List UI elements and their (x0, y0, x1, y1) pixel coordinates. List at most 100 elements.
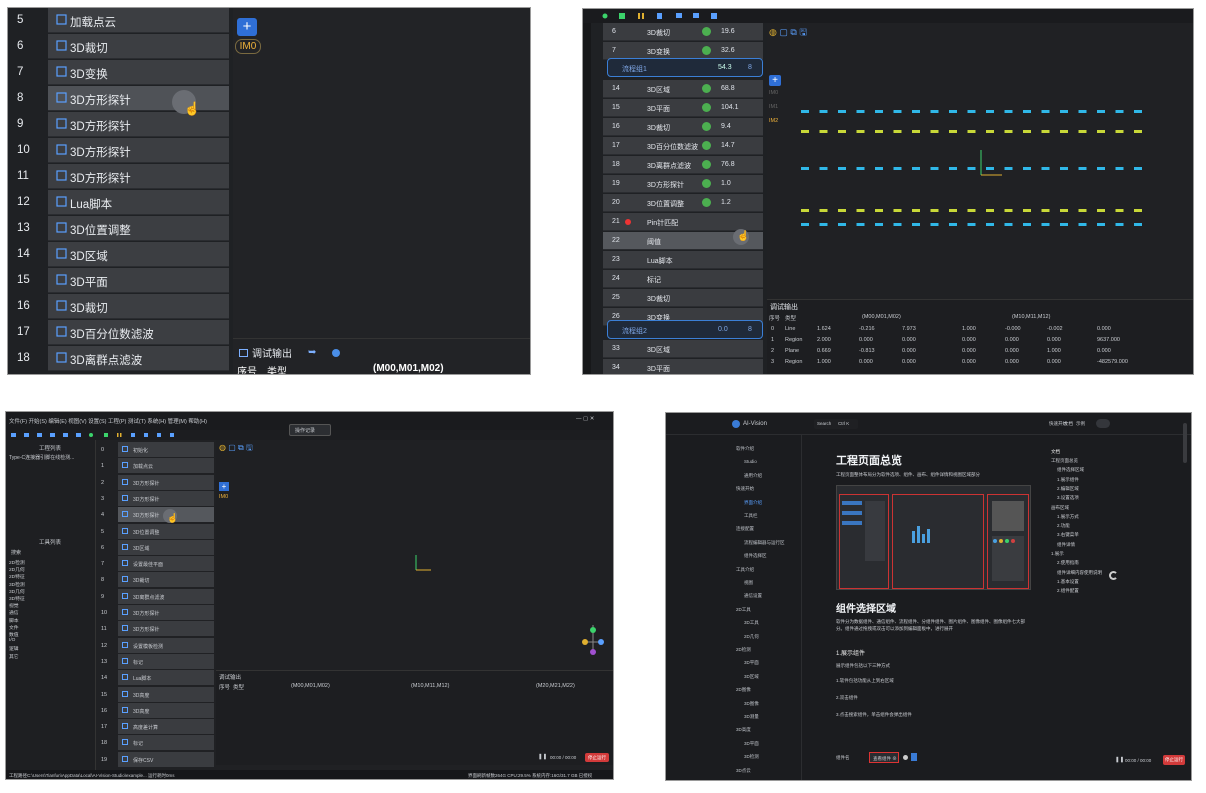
project-item[interactable]: Type-C连接器引脚在线检测... (9, 454, 74, 461)
flow-row[interactable]: 34 3D平面 (603, 359, 763, 374)
flow-row[interactable]: 4 3D方形探针 (98, 507, 214, 523)
flow-node[interactable]: 3D百分位数滤波 (48, 320, 229, 345)
viewport-3d[interactable]: ◍ ▢ ⧉ 🖫 + IM0 (216, 440, 613, 695)
nav-item[interactable]: 2D检测 (736, 647, 751, 653)
flow-node[interactable]: 设置最佳平面 (118, 556, 214, 572)
flow-row[interactable]: 15 3D高度 (98, 686, 214, 702)
flow-row[interactable]: 5 3D位置调整 (98, 523, 214, 539)
nav-item[interactable]: 通用介绍 (744, 473, 762, 479)
flow-node[interactable]: 3D位置调整 (118, 523, 214, 539)
brand-name[interactable]: AI-Vision (743, 421, 767, 427)
stop-run-button[interactable]: 停止运行 (1163, 755, 1185, 765)
toc-item[interactable]: 1.展示 (1051, 551, 1064, 557)
flow-row[interactable]: 18 3D离群点滤波 (8, 346, 230, 371)
flow-node[interactable]: 3D高度 (118, 702, 214, 718)
tool-category[interactable]: 逻辑 (9, 645, 19, 652)
window-controls[interactable]: — ▢ ✕ (576, 416, 594, 422)
flow-node[interactable]: 3D方形探针 (48, 86, 229, 111)
save-icon[interactable]: 🖫 (799, 27, 807, 37)
flow-row[interactable]: 17 高度差计算 (98, 719, 214, 735)
flow-node[interactable]: 3D区域 (48, 242, 229, 267)
flow-row[interactable]: 3 3D方形探针 (98, 490, 214, 506)
flow-row[interactable]: 16 3D高度 (98, 702, 214, 718)
toc-item[interactable]: 1.基本设置 (1057, 579, 1079, 585)
flow-node[interactable]: 初始化 (118, 442, 214, 457)
toc-item[interactable]: 2.组件配置 (1057, 588, 1079, 594)
flow-row[interactable]: 0 初始化 (98, 442, 214, 457)
flow-node[interactable]: 3D离群点滤波 (48, 346, 229, 371)
toc-item[interactable]: 2.编辑区域 (1057, 486, 1079, 492)
nav-item[interactable]: 3D平面 (744, 660, 759, 666)
tool-category[interactable]: 3D几何 (9, 588, 25, 595)
flow-row[interactable]: 14 Lua脚本 (98, 670, 214, 686)
flow-node[interactable]: Lua脚本 (48, 190, 229, 215)
flow-node[interactable]: 标记 (118, 735, 214, 751)
flow-node[interactable]: 3D离群点滤波 (118, 588, 214, 604)
flow-row[interactable]: 7 3D变换 (8, 60, 230, 85)
flow-node[interactable]: 3D方形探针 (48, 138, 229, 163)
group-row-2[interactable]: 流程组2 0.0 8 (607, 320, 763, 339)
tools-search[interactable]: 搜索 (11, 549, 21, 556)
flow-row[interactable]: 15 3D平面 (8, 268, 230, 293)
flow-row[interactable]: 11 3D方形探针 (98, 621, 214, 637)
top-link-2[interactable]: 文档 (1064, 421, 1073, 427)
nav-item[interactable]: 软件介绍 (736, 446, 754, 452)
image-tag[interactable]: IM0 (235, 39, 261, 54)
tool-category[interactable]: 2D检测 (9, 559, 25, 566)
image-tag[interactable]: IM1 (769, 104, 778, 110)
flow-row[interactable]: 16 3D裁切 (8, 294, 230, 319)
toc-item[interactable]: 组件详情 (1057, 542, 1075, 548)
top-link-3[interactable]: 示例 (1076, 421, 1085, 427)
flow-row[interactable]: 1 加载点云 (98, 458, 214, 474)
flow-node[interactable]: 3D方形探针 (48, 164, 229, 189)
flow-row[interactable]: 12 Lua脚本 (8, 190, 230, 215)
flow-node[interactable]: Lua脚本 (118, 670, 214, 686)
flow-row[interactable]: 14 3D区域 68.8 (603, 80, 763, 98)
flow-row[interactable]: 16 3D裁切 9.4 (603, 118, 763, 136)
nav-item[interactable]: 流程编辑器与运行区 (744, 540, 785, 546)
flow-row[interactable]: 2 3D方形探针 (98, 474, 214, 490)
nav-item[interactable]: 组件选择区 (744, 553, 767, 559)
nav-item[interactable]: 2D几何 (744, 634, 759, 640)
flow-row[interactable]: 13 标记 (98, 653, 214, 669)
tool-category[interactable]: 通信 (9, 609, 19, 616)
nav-item[interactable]: Studio (744, 459, 757, 464)
flow-row[interactable]: 15 3D平面 104.1 (603, 99, 763, 117)
nav-item[interactable]: 工具栏 (744, 513, 758, 519)
nav-item[interactable]: 快速开始 (736, 486, 754, 492)
flow-node[interactable]: 3D方形探针 (118, 605, 214, 620)
image-tag[interactable]: IM2 (769, 118, 778, 124)
pause-icon[interactable]: ❚❚ (538, 754, 547, 760)
dot-icon[interactable] (903, 755, 908, 760)
nav-item[interactable]: 3D平面 (744, 741, 759, 747)
theme-toggle[interactable] (1096, 419, 1110, 428)
layers-icon[interactable]: ⧉ (790, 27, 796, 37)
flow-row[interactable]: 18 3D离群点滤波 76.8 (603, 156, 763, 174)
flow-row[interactable]: 10 3D方形探针 (98, 605, 214, 620)
flow-node[interactable]: 加载点云 (48, 8, 229, 33)
flow-row[interactable]: 20 3D位置调整 1.2 (603, 194, 763, 212)
tool-category[interactable]: 其它 (9, 653, 19, 660)
toc-item[interactable]: 1.展示方式 (1057, 514, 1079, 520)
flow-node[interactable]: 标记 (118, 653, 214, 669)
add-image-button[interactable]: + (769, 75, 781, 86)
flow-row[interactable]: 25 3D裁切 (603, 289, 763, 307)
flow-row[interactable]: 11 3D方形探针 (8, 164, 230, 189)
toc-item[interactable]: 3.设置选项 (1057, 495, 1079, 501)
tool-category[interactable]: 2D特征 (9, 573, 25, 580)
flow-node[interactable]: 3D区域 (118, 539, 214, 555)
flow-node[interactable]: 加载点云 (118, 458, 214, 474)
flow-row[interactable]: 19 3D方形探针 1.0 (603, 175, 763, 193)
toc-item[interactable]: 组件详细内容使用说明 (1057, 570, 1102, 576)
flow-row[interactable]: 9 3D离群点滤波 (98, 588, 214, 604)
flow-node[interactable]: 3D变换 (48, 60, 229, 85)
toc-item[interactable]: 1.展示组件 (1057, 477, 1079, 483)
toc-item[interactable]: 2.功能 (1057, 523, 1070, 529)
toolbar-icons[interactable] (6, 430, 206, 440)
flow-node[interactable]: 高度差计算 (118, 719, 214, 735)
pause-icon[interactable]: ❚❚ (1115, 757, 1124, 763)
toc-item[interactable]: 3.右键菜单 (1057, 532, 1079, 538)
flow-row[interactable]: 12 设置模板检测 (98, 637, 214, 653)
tool-category[interactable]: 文件 (9, 624, 19, 631)
blue-badge[interactable] (911, 753, 917, 761)
